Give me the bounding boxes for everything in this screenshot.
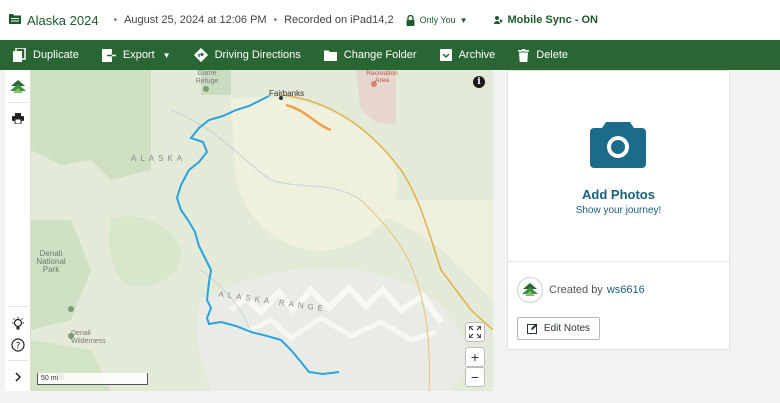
folder-icon <box>9 13 21 27</box>
lock-icon <box>406 14 415 26</box>
rail-divider <box>8 360 28 361</box>
map-label-alaska: ALASKA <box>131 154 187 163</box>
map-side-rail: ? <box>5 70 31 391</box>
driving-directions-button[interactable]: Driving Directions <box>193 48 301 62</box>
sync-icon <box>493 16 503 24</box>
trip-side-panel: Add Photos Show your journey! Created by… <box>507 70 730 350</box>
archive-icon <box>439 49 452 61</box>
map-label-recreation-area: Recreation Area <box>366 70 398 84</box>
layers-icon <box>10 80 26 93</box>
svg-text:?: ? <box>16 342 21 352</box>
expand-panel-button[interactable] <box>5 364 31 390</box>
show-journey-text: Show your journey! <box>575 205 662 216</box>
delete-label: Delete <box>536 49 569 61</box>
rail-divider <box>8 306 28 307</box>
change-folder-button[interactable]: Change Folder <box>323 49 417 61</box>
map-label-denali-wilderness: Denali Wilderness <box>71 330 106 345</box>
zoom-out-button[interactable]: − <box>465 367 485 387</box>
export-icon <box>101 48 116 62</box>
directions-icon <box>193 48 208 62</box>
edit-icon <box>526 323 538 334</box>
edit-notes-label: Edit Notes <box>543 323 591 334</box>
change-folder-label: Change Folder <box>343 49 417 61</box>
gaia-logo-icon <box>522 283 538 296</box>
archive-button[interactable]: Archive <box>439 49 496 61</box>
driving-directions-label: Driving Directions <box>214 49 301 61</box>
expand-icon <box>469 326 481 338</box>
delete-button[interactable]: Delete <box>518 48 569 62</box>
add-photos-area[interactable]: Add Photos Show your journey! <box>508 71 729 261</box>
fullscreen-button[interactable] <box>465 322 485 342</box>
archive-label: Archive <box>458 49 496 61</box>
print-button[interactable] <box>5 105 31 131</box>
separator-dot: • <box>273 14 278 26</box>
layers-button[interactable] <box>5 74 31 100</box>
trip-date: August 25, 2024 at 12:06 PM <box>124 14 267 26</box>
edit-notes-button[interactable]: Edit Notes <box>517 317 600 340</box>
printer-icon <box>12 112 24 124</box>
mobile-sync-status[interactable]: Mobile Sync - ON <box>493 14 598 26</box>
chevron-down-icon: ▼ <box>459 15 468 25</box>
recorded-device: Recorded on iPad14,2 <box>284 14 394 26</box>
duplicate-label: Duplicate <box>33 49 79 61</box>
privacy-dropdown[interactable]: Only You ▼ <box>406 14 468 26</box>
folder-icon <box>323 50 337 61</box>
trash-icon <box>518 48 530 62</box>
avatar[interactable] <box>517 277 543 303</box>
action-toolbar: Duplicate Export ▼ Driving Directions Ch… <box>0 40 780 70</box>
privacy-label: Only You <box>419 15 456 25</box>
duplicate-button[interactable]: Duplicate <box>13 48 79 62</box>
map-label-denali-national-park: Denali National Park <box>36 249 66 274</box>
info-icon[interactable]: i <box>473 76 485 88</box>
separator-dot: • <box>113 14 118 26</box>
sync-label: Mobile Sync - ON <box>507 14 598 26</box>
zoom-in-button[interactable]: + <box>465 347 485 367</box>
chevron-down-icon: ▼ <box>162 50 171 60</box>
top-header: Alaska 2024 • August 25, 2024 at 12:06 P… <box>0 0 780 40</box>
export-button[interactable]: Export ▼ <box>101 48 171 62</box>
help-button[interactable]: ? <box>5 332 31 358</box>
help-icon: ? <box>11 338 25 352</box>
export-label: Export <box>122 49 155 61</box>
creator-username-link[interactable]: ws6616 <box>607 284 645 296</box>
map-label-fairbanks: Fairbanks <box>269 89 305 98</box>
camera-icon <box>590 122 646 168</box>
trip-title[interactable]: Alaska 2024 <box>27 13 99 28</box>
lightbulb-icon <box>12 317 24 330</box>
created-by-label: Created by <box>549 284 603 296</box>
map-label-game-refuge: Game Refuge <box>195 70 219 85</box>
creator-info: Created by ws6616 <box>517 277 645 303</box>
map-scale-bar: 50 mi <box>37 373 148 385</box>
add-photos-label[interactable]: Add Photos <box>508 187 729 202</box>
panel-divider <box>508 261 729 262</box>
duplicate-icon <box>13 48 26 62</box>
chevron-right-icon <box>15 372 22 382</box>
trip-map[interactable]: Game Refuge Recreation Area Fairbanks AL… <box>31 70 493 391</box>
rail-divider <box>8 102 28 103</box>
